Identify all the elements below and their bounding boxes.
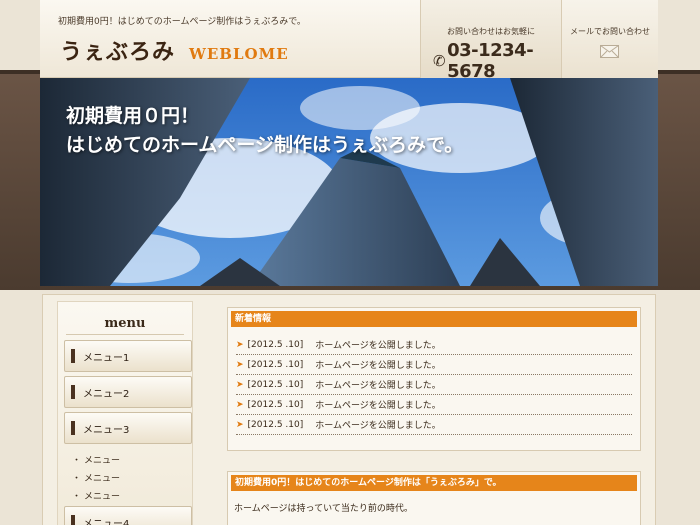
intro-title: 初期費用0円！はじめてのホームページ制作は「うぇぶろみ」で。 [231, 475, 637, 491]
news-title: 新着情報 [231, 311, 637, 327]
contact-mail-label: メールでお問い合わせ [570, 27, 650, 36]
intro-text: ホームページは持っていて当たり前の時代。 [234, 504, 413, 514]
contact-phone-box[interactable]: お問い合わせはお気軽に ✆ 03-1234-5678 [420, 0, 562, 82]
contact-mail-button[interactable]: メールでお問い合わせ [562, 0, 658, 78]
menu-marker-icon [71, 515, 75, 525]
news-text: ホームページを公開しました。 [315, 421, 441, 431]
site-tagline: 初期費用0円！はじめてのホームページ制作はうぇぶろみで。 [58, 17, 306, 27]
contact-phone-label: お問い合わせはお気軽に [447, 27, 535, 36]
hero-banner: 初期費用０円！ はじめてのホームページ制作はうぇぶろみで。 [40, 78, 658, 286]
contact-phone-number-wrap: ✆ 03-1234-5678 [433, 40, 561, 82]
bullet-icon: ・ [72, 474, 82, 484]
submenu-item-label: メニュー [84, 492, 121, 502]
hero-copy: 初期費用０円！ はじめてのホームページ制作はうぇぶろみで。 [66, 102, 463, 160]
submenu-item[interactable]: ・メニュー [72, 489, 120, 502]
news-list: ➤ [2012.5 .10] ホームページを公開しました。 ➤ [2012.5 … [236, 335, 632, 435]
news-date: [2012.5 .10] [247, 339, 304, 350]
news-text: ホームページを公開しました。 [315, 401, 441, 411]
menu-marker-icon [71, 385, 75, 399]
sidebar-item-label: メニュー1 [83, 352, 130, 364]
hero-line-1: 初期費用０円！ [66, 105, 200, 127]
arrow-icon: ➤ [236, 339, 244, 350]
submenu-item-label: メニュー [84, 474, 121, 484]
news-date: [2012.5 .10] [247, 359, 304, 370]
submenu-item[interactable]: ・メニュー [72, 453, 120, 466]
news-item[interactable]: ➤ [2012.5 .10] ホームページを公開しました。 [236, 335, 632, 355]
news-text: ホームページを公開しました。 [315, 381, 441, 391]
arrow-icon: ➤ [236, 379, 244, 390]
submenu-item[interactable]: ・メニュー [72, 471, 120, 484]
sidebar-item-label: メニュー4 [83, 518, 130, 525]
news-item[interactable]: ➤ [2012.5 .10] ホームページを公開しました。 [236, 355, 632, 375]
news-date: [2012.5 .10] [247, 379, 304, 390]
menu-marker-icon [71, 421, 75, 435]
site-logo[interactable]: うぇぶろみ WEBLOME [60, 34, 289, 66]
sidebar: menu メニュー1 メニュー2 メニュー3 ・メニュー ・メニュー ・メニュー… [57, 301, 193, 525]
news-date: [2012.5 .10] [247, 419, 304, 430]
arrow-icon: ➤ [236, 359, 244, 370]
hero-line-2: はじめてのホームページ制作はうぇぶろみで。 [66, 134, 464, 156]
intro-box: 初期費用0円！はじめてのホームページ制作は「うぇぶろみ」で。 ホームページは持っ… [227, 471, 641, 525]
sidebar-item-label: メニュー3 [83, 424, 130, 436]
sidebar-item-menu3[interactable]: メニュー3 [64, 412, 192, 444]
menu-title: menu [104, 316, 146, 331]
mail-icon [600, 45, 619, 58]
contact-phone-number: 03-1234-5678 [447, 40, 534, 82]
submenu-item-label: メニュー [84, 456, 121, 466]
menu-marker-icon [71, 349, 75, 363]
phone-icon: ✆ [433, 52, 446, 70]
logo-japanese: うぇぶろみ [60, 39, 176, 65]
sidebar-item-menu1[interactable]: メニュー1 [64, 340, 192, 372]
bullet-icon: ・ [72, 492, 82, 502]
menu-title-divider [66, 334, 184, 335]
news-item[interactable]: ➤ [2012.5 .10] ホームページを公開しました。 [236, 415, 632, 435]
arrow-icon: ➤ [236, 419, 244, 430]
content-area: menu メニュー1 メニュー2 メニュー3 ・メニュー ・メニュー ・メニュー… [42, 294, 656, 525]
news-date: [2012.5 .10] [247, 399, 304, 410]
page: 初期費用0円！はじめてのホームページ制作はうぇぶろみで。 うぇぶろみ WEBLO… [40, 0, 658, 525]
bullet-icon: ・ [72, 456, 82, 466]
news-box: 新着情報 ➤ [2012.5 .10] ホームページを公開しました。 ➤ [20… [227, 307, 641, 451]
news-item[interactable]: ➤ [2012.5 .10] ホームページを公開しました。 [236, 375, 632, 395]
logo-english: WEBLOME [189, 45, 289, 63]
sidebar-item-menu2[interactable]: メニュー2 [64, 376, 192, 408]
news-item[interactable]: ➤ [2012.5 .10] ホームページを公開しました。 [236, 395, 632, 415]
site-header: 初期費用0円！はじめてのホームページ制作はうぇぶろみで。 うぇぶろみ WEBLO… [40, 0, 658, 82]
news-text: ホームページを公開しました。 [315, 361, 441, 371]
news-text: ホームページを公開しました。 [315, 341, 441, 351]
sidebar-item-label: メニュー2 [83, 388, 130, 400]
sidebar-item-menu4[interactable]: メニュー4 [64, 506, 192, 525]
arrow-icon: ➤ [236, 399, 244, 410]
